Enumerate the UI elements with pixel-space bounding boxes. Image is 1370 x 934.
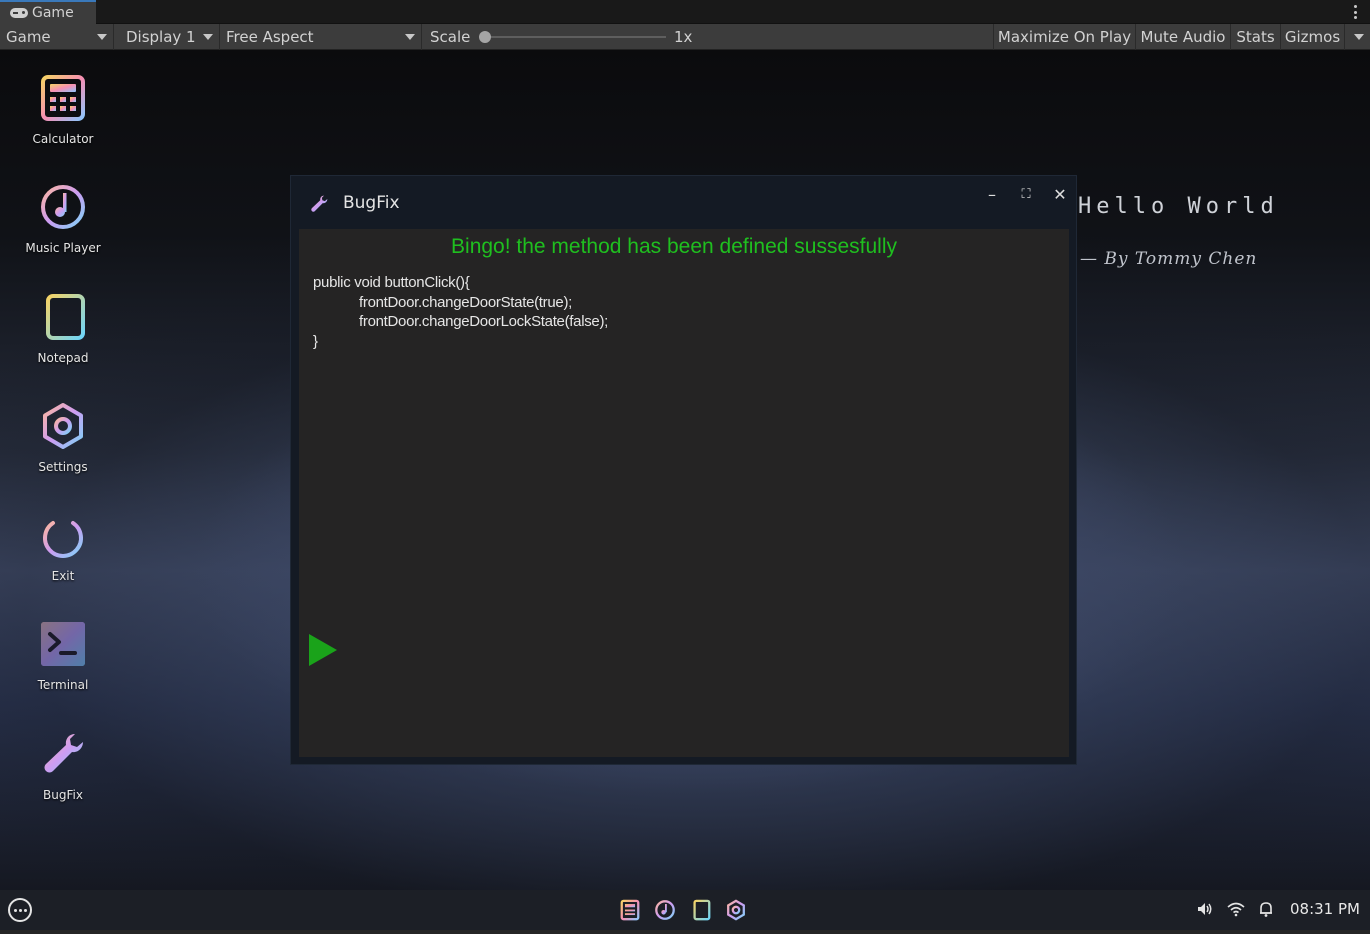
editor-tab-bar: Game <box>0 0 1370 24</box>
taskbar-clock: 08:31 PM <box>1290 900 1360 918</box>
music-player-icon[interactable] <box>654 899 676 921</box>
gizmos-button[interactable]: Gizmos <box>1280 24 1344 50</box>
notepad-icon[interactable] <box>690 899 712 921</box>
terminal-icon <box>41 622 85 666</box>
desktop-icon-notepad[interactable]: Notepad <box>18 269 108 369</box>
close-button[interactable]: ✕ <box>1048 182 1072 206</box>
chevron-down-icon <box>405 34 415 40</box>
display-dropdown-label: Display 1 <box>126 28 196 46</box>
desktop-icon-label: Settings <box>38 460 88 474</box>
code-line: public void buttonClick(){ <box>313 274 470 291</box>
desktop-icon-settings[interactable]: Settings <box>18 378 108 478</box>
desktop-icon-label: Calculator <box>32 132 94 146</box>
close-icon: ✕ <box>1053 184 1067 204</box>
power-icon <box>43 512 83 558</box>
author-byline: — By Tommy Chen <box>1080 249 1258 269</box>
mode-dropdown[interactable]: Game <box>0 24 114 50</box>
hello-world-heading: Hello World <box>1078 194 1279 219</box>
desktop-icon-terminal[interactable]: Terminal <box>18 596 108 696</box>
scale-slider-handle[interactable] <box>479 31 491 43</box>
mute-audio-label: Mute Audio <box>1140 28 1226 46</box>
editor-bottom-border <box>0 930 1370 934</box>
code-line: } <box>313 332 318 350</box>
bell-icon[interactable] <box>1257 900 1275 918</box>
notepad-icon <box>40 294 85 340</box>
gizmos-label: Gizmos <box>1284 28 1341 46</box>
maximize-button[interactable]: ⛶ <box>1014 182 1038 206</box>
code-line: frontDoor.changeDoorState(true); <box>359 293 573 311</box>
code-line: frontDoor.changeDoorLockState(false); <box>359 313 609 330</box>
stats-label: Stats <box>1236 28 1275 46</box>
window-title: BugFix <box>343 193 400 213</box>
code-editor[interactable]: Bingo! the method has been defined susse… <box>299 229 1069 757</box>
volume-icon[interactable] <box>1196 900 1214 918</box>
minimize-icon: – <box>988 184 996 204</box>
scale-label: Scale <box>430 28 471 46</box>
music-player-icon <box>41 185 85 229</box>
gizmos-dropdown[interactable] <box>1344 24 1370 50</box>
code-block: public void buttonClick(){ frontDoor.cha… <box>313 273 608 351</box>
mute-audio-button[interactable]: Mute Audio <box>1135 24 1230 50</box>
desktop-icon-exit[interactable]: Exit <box>18 487 108 587</box>
maximize-on-play-label: Maximize On Play <box>997 28 1132 46</box>
tab-game[interactable]: Game <box>0 0 96 24</box>
minimize-button[interactable]: – <box>980 182 1004 206</box>
aspect-dropdown-label: Free Aspect <box>226 28 314 46</box>
success-message: Bingo! the method has been defined susse… <box>451 235 897 258</box>
desktop-icon-bugfix[interactable]: BugFix <box>18 706 108 806</box>
aspect-dropdown[interactable]: Free Aspect <box>220 24 422 50</box>
tab-game-label: Game <box>32 5 74 21</box>
game-view-toolbar: Game Display 1 Free Aspect Scale 1x Maxi… <box>0 24 1370 50</box>
run-button[interactable] <box>309 634 337 666</box>
settings-icon <box>43 403 83 449</box>
scale-slider-track[interactable] <box>484 36 666 38</box>
chevron-down-icon <box>203 34 213 40</box>
taskbar: 08:31 PM <box>0 890 1370 930</box>
wifi-icon[interactable] <box>1227 900 1245 918</box>
calculator-icon <box>41 75 85 121</box>
calculator-icon[interactable] <box>619 899 641 921</box>
scale-value: 1x <box>674 28 693 46</box>
start-menu-button[interactable] <box>8 898 32 922</box>
chevron-down-icon <box>1354 34 1364 40</box>
more-options-icon[interactable] <box>1354 5 1358 19</box>
stats-button[interactable]: Stats <box>1230 24 1280 50</box>
wrench-icon <box>44 734 83 773</box>
desktop-icon-label: Music Player <box>25 241 101 255</box>
wrench-icon <box>311 195 328 212</box>
desktop-icon-label: Exit <box>51 569 75 583</box>
desktop-icon-music-player[interactable]: Music Player <box>18 159 108 259</box>
mode-dropdown-label: Game <box>6 28 51 46</box>
chevron-down-icon <box>97 34 107 40</box>
maximize-on-play-button[interactable]: Maximize On Play <box>993 24 1135 50</box>
desktop-icon-label: Notepad <box>37 351 89 365</box>
display-dropdown[interactable]: Display 1 <box>120 24 220 50</box>
maximize-icon: ⛶ <box>1021 186 1031 202</box>
settings-icon[interactable] <box>725 899 747 921</box>
desktop-icon-label: Terminal <box>37 678 89 692</box>
desktop-icon-calculator[interactable]: Calculator <box>18 50 108 150</box>
gamepad-icon <box>10 8 28 18</box>
desktop-icon-label: BugFix <box>43 788 83 802</box>
bugfix-window: BugFix – ⛶ ✕ Bingo! the method has been … <box>290 175 1077 765</box>
